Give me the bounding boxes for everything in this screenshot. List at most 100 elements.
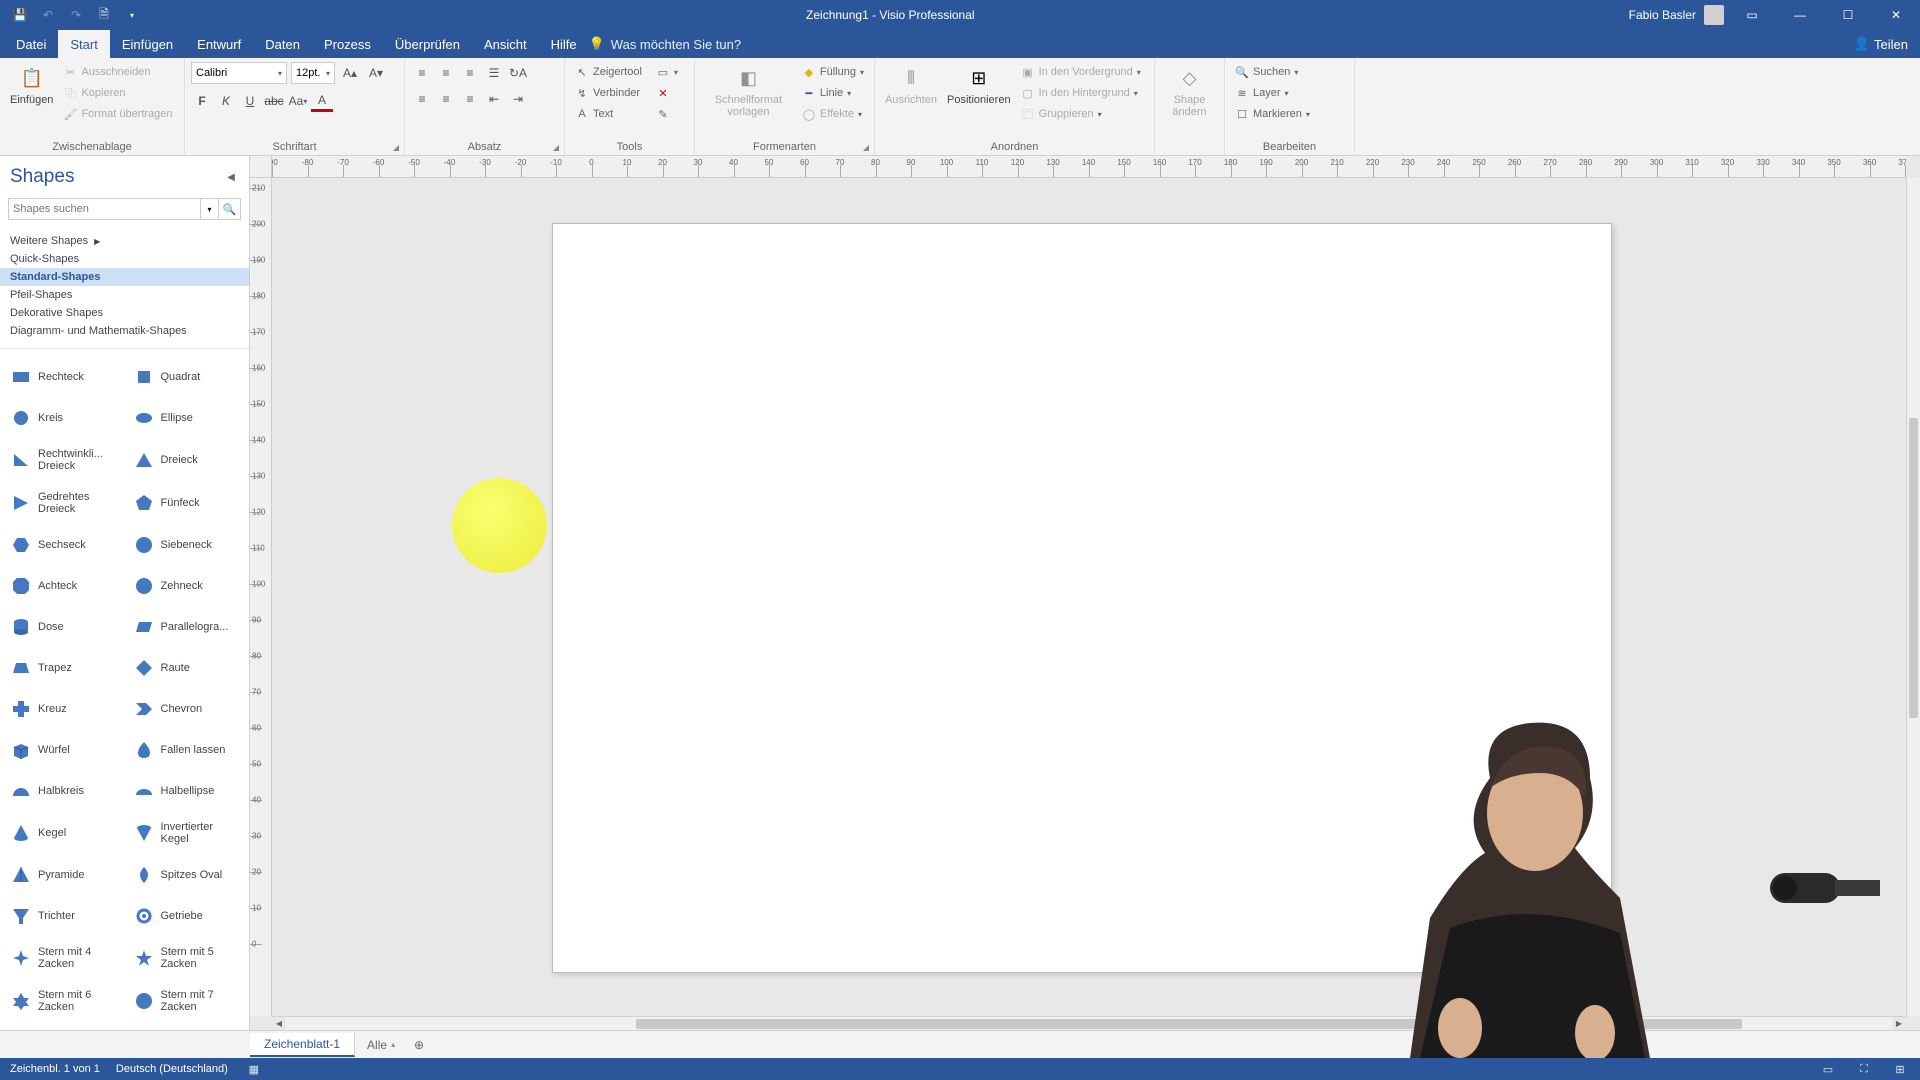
shape-halbkreis[interactable]: Halbkreis: [4, 772, 123, 811]
close-icon[interactable]: ✕: [1876, 0, 1916, 30]
position-button[interactable]: ⊞Positionieren: [943, 62, 1015, 108]
font-dialog-launcher[interactable]: ◢: [390, 141, 402, 153]
font-color-button[interactable]: A: [311, 90, 333, 112]
shape-trapez[interactable]: Trapez: [4, 648, 123, 687]
undo-icon[interactable]: ↶: [36, 3, 60, 27]
shape-chevron[interactable]: Chevron: [127, 690, 246, 729]
underline-button[interactable]: U: [239, 90, 261, 112]
stencil-pfeil-shapes[interactable]: Pfeil-Shapes: [0, 286, 249, 304]
line-button[interactable]: ━Linie▾: [798, 83, 868, 103]
redo-icon[interactable]: ↷: [64, 3, 88, 27]
shape-quadrat[interactable]: Quadrat: [127, 357, 246, 396]
grid-icon[interactable]: ⊞: [1890, 1059, 1910, 1079]
align-center-icon[interactable]: ≡: [435, 88, 457, 110]
vertical-scrollbar[interactable]: [1906, 178, 1920, 1016]
tellme-input[interactable]: Was möchten Sie tun?: [611, 37, 741, 52]
shape-rechtwinkli-dreieck[interactable]: Rechtwinkli... Dreieck: [4, 439, 123, 480]
shape-pyramide[interactable]: Pyramide: [4, 856, 123, 895]
drawing-page[interactable]: [552, 223, 1612, 973]
menu-tab-datei[interactable]: Datei: [4, 30, 58, 58]
search-dropdown-icon[interactable]: ▾: [201, 198, 219, 220]
bold-button[interactable]: F: [191, 90, 213, 112]
user-avatar[interactable]: [1704, 5, 1724, 25]
menu-tab-hilfe[interactable]: Hilfe: [539, 30, 589, 58]
shape-kreuz[interactable]: Kreuz: [4, 690, 123, 729]
presentation-icon[interactable]: ▭: [1818, 1059, 1838, 1079]
pointer-tool[interactable]: ↖Zeigertool: [571, 62, 646, 82]
rect-tool[interactable]: ▭▾: [652, 62, 682, 82]
shape-zehneck[interactable]: Zehneck: [127, 566, 246, 605]
shape-fallen-lassen[interactable]: Fallen lassen: [127, 731, 246, 770]
collapse-panel-icon[interactable]: ◀: [223, 169, 239, 185]
freeform-tool[interactable]: ✎: [652, 104, 682, 124]
shrink-font-icon[interactable]: A▾: [365, 62, 387, 84]
minimize-icon[interactable]: —: [1780, 0, 1820, 30]
search-submit-icon[interactable]: 🔍: [219, 198, 241, 220]
shape-stern-mit-zacken[interactable]: Stern mit 6 Zacken: [4, 981, 123, 1022]
all-pages-tab[interactable]: Alle▴: [355, 1034, 407, 1056]
align-left-icon[interactable]: ≡: [411, 88, 433, 110]
stencil-dekorative-shapes[interactable]: Dekorative Shapes: [0, 304, 249, 322]
shape-spitzes-oval[interactable]: Spitzes Oval: [127, 856, 246, 895]
page-tab-1[interactable]: Zeichenblatt-1: [250, 1033, 355, 1057]
stencil-standard-shapes[interactable]: Standard-Shapes: [0, 268, 249, 286]
align-right-icon[interactable]: ≡: [459, 88, 481, 110]
shape-kegel[interactable]: Kegel: [4, 813, 123, 854]
strike-button[interactable]: abc: [263, 90, 285, 112]
align-top-icon[interactable]: ≡: [411, 62, 433, 84]
stencil-diagramm-und-mathematik-shapes[interactable]: Diagramm- und Mathematik-Shapes: [0, 322, 249, 340]
shape-gedrehtes-dreieck[interactable]: Gedrehtes Dreieck: [4, 482, 123, 523]
shape-getriebe[interactable]: Getriebe: [127, 897, 246, 936]
shape-sechseck[interactable]: Sechseck: [4, 525, 123, 564]
menu-tab-überprüfen[interactable]: Überprüfen: [383, 30, 472, 58]
yellow-circle-shape[interactable]: [452, 478, 547, 573]
shape-rechteck[interactable]: Rechteck: [4, 357, 123, 396]
shape-ellipse[interactable]: Ellipse: [127, 398, 246, 437]
fill-button[interactable]: ◆Füllung▾: [798, 62, 868, 82]
menu-tab-daten[interactable]: Daten: [253, 30, 312, 58]
shape-siebeneck[interactable]: Siebeneck: [127, 525, 246, 564]
para-dialog-launcher[interactable]: ◢: [550, 141, 562, 153]
qat-customize-icon[interactable]: ▾: [120, 3, 144, 27]
menu-tab-start[interactable]: Start: [58, 30, 109, 58]
shape-w-rfel[interactable]: Würfel: [4, 731, 123, 770]
paste-button[interactable]: 📋 Einfügen: [6, 62, 57, 108]
shape-halbellipse[interactable]: Halbellipse: [127, 772, 246, 811]
shape-raute[interactable]: Raute: [127, 648, 246, 687]
italic-button[interactable]: K: [215, 90, 237, 112]
share-button[interactable]: Teilen: [1874, 37, 1908, 52]
shape-parallelogra-[interactable]: Parallelogra...: [127, 607, 246, 646]
font-name-select[interactable]: Calibri▾: [191, 62, 287, 84]
rotate-text-icon[interactable]: ↻A: [507, 62, 529, 84]
menu-tab-einfügen[interactable]: Einfügen: [110, 30, 185, 58]
shape-achteck[interactable]: Achteck: [4, 566, 123, 605]
ribbon-options-icon[interactable]: ▭: [1732, 0, 1772, 30]
shape-f-nfeck[interactable]: Fünfeck: [127, 482, 246, 523]
grow-font-icon[interactable]: A▴: [339, 62, 361, 84]
shape-dreieck[interactable]: Dreieck: [127, 439, 246, 480]
new-doc-icon[interactable]: 🗎: [92, 3, 116, 27]
shape-stern-mit-zacken[interactable]: Stern mit 5 Zacken: [127, 938, 246, 979]
indent-dec-icon[interactable]: ⇤: [483, 88, 505, 110]
horizontal-scrollbar[interactable]: ◀ ▶: [272, 1016, 1906, 1030]
canvas-area[interactable]: -90-80-70-60-50-40-30-20-100102030405060…: [250, 156, 1920, 1030]
add-page-button[interactable]: ⊕: [407, 1038, 431, 1052]
shape-trichter[interactable]: Trichter: [4, 897, 123, 936]
more-shapes-item[interactable]: Weitere Shapes▶: [0, 232, 249, 250]
shape-dose[interactable]: Dose: [4, 607, 123, 646]
menu-tab-entwurf[interactable]: Entwurf: [185, 30, 253, 58]
text-tool[interactable]: AText: [571, 104, 646, 124]
layer-button[interactable]: ≋Layer▾: [1231, 83, 1314, 103]
font-size-select[interactable]: 12pt.▾: [291, 62, 335, 84]
menu-tab-ansicht[interactable]: Ansicht: [472, 30, 539, 58]
align-mid-icon[interactable]: ≡: [435, 62, 457, 84]
shape-stern-mit-zacken[interactable]: Stern mit 7 Zacken: [127, 981, 246, 1022]
save-icon[interactable]: 💾: [8, 3, 32, 27]
macro-icon[interactable]: ▦: [244, 1059, 264, 1079]
status-language[interactable]: Deutsch (Deutschland): [116, 1063, 228, 1075]
fit-icon[interactable]: ⛶: [1854, 1059, 1874, 1079]
align-bot-icon[interactable]: ≡: [459, 62, 481, 84]
shapes-search-input[interactable]: [8, 198, 201, 220]
shape-kreis[interactable]: Kreis: [4, 398, 123, 437]
find-button[interactable]: 🔍Suchen▾: [1231, 62, 1314, 82]
